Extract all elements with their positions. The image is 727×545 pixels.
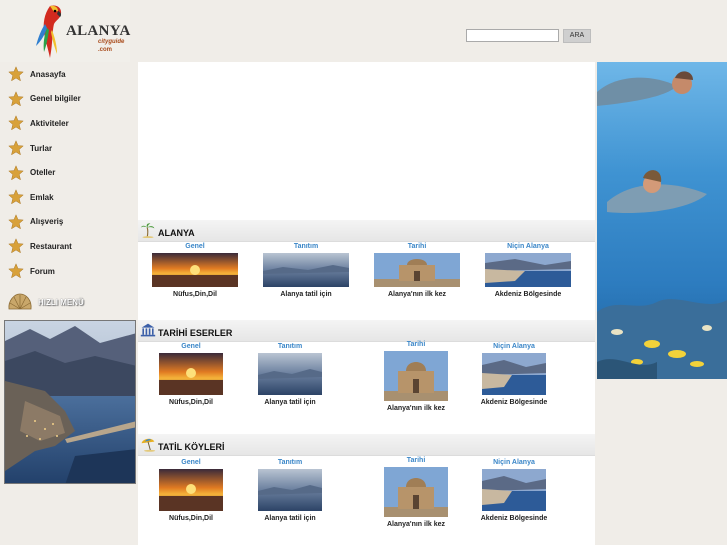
shell-icon	[8, 293, 32, 310]
section-header-tatil-koyleri: TATİL KÖYLERİ	[138, 434, 595, 456]
coast-photo[interactable]	[482, 469, 546, 511]
tile-tarihi: Tarihi Alanya'nın ilk kez	[362, 243, 472, 298]
tile-caption: Nüfus,Din,Dil	[169, 399, 213, 406]
historic-church-photo[interactable]	[384, 351, 448, 401]
alanya-bay-photo	[4, 320, 136, 484]
palm-tree-icon	[140, 223, 155, 238]
tile-link-nicin-alanya[interactable]: Niçin Alanya	[459, 343, 569, 353]
tile-nicin-alanya: Niçin Alanya Akdeniz Bölgesinde	[459, 459, 569, 522]
search-button[interactable]: ARA	[563, 29, 591, 43]
main-content: ALANYA Genel Nüfus,Din,Dil Tanıtım Alany…	[138, 62, 595, 545]
tile-genel: Genel Nüfus,Din,Dil	[136, 343, 246, 406]
nav-item-restaurant[interactable]: Restaurant	[0, 234, 137, 259]
tile-link-genel[interactable]: Genel	[136, 343, 246, 353]
tile-genel: Genel Nüfus,Din,Dil	[140, 243, 250, 298]
sidebar-nav: Anasayfa Genel bilgiler Aktiviteler Turl…	[0, 62, 137, 283]
sea-photo[interactable]	[258, 469, 322, 511]
nav-item-label: Genel bilgiler	[30, 94, 81, 104]
tile-link-nicin-alanya[interactable]: Niçin Alanya	[459, 459, 569, 469]
nav-item-forum[interactable]: Forum	[0, 259, 137, 284]
nav-item-label: Oteller	[30, 168, 56, 178]
tile-caption: Alanya'nın ilk kez	[387, 291, 447, 298]
nav-item-oteller[interactable]: Oteller	[0, 160, 137, 185]
tile-caption: Akdeniz Bölgesinde	[480, 399, 548, 406]
tile-tanitim: Tanıtım Alanya tatil için	[235, 459, 345, 522]
tile-tanitim: Tanıtım Alanya tatil için	[235, 343, 345, 406]
tile-genel: Genel Nüfus,Din,Dil	[136, 459, 246, 522]
quick-menu-header: HIZLI MENÜ	[6, 289, 132, 315]
quick-menu-label: HIZLI MENÜ	[38, 297, 84, 307]
search-input[interactable]	[466, 29, 559, 42]
tile-tanitim: Tanıtım Alanya tatil için	[251, 243, 361, 298]
sea-photo[interactable]	[263, 253, 349, 287]
site-logo[interactable]: ALANYA cityguide .com	[0, 0, 130, 62]
nav-item-label: Turlar	[30, 143, 53, 153]
nav-item-anasayfa[interactable]: Anasayfa	[0, 62, 137, 87]
tile-tarihi: Tarihi Alanya'nın ilk kez	[361, 341, 471, 412]
historic-church-photo[interactable]	[374, 253, 460, 287]
nav-item-label: Aktiviteler	[30, 118, 69, 128]
sunset-photo[interactable]	[152, 253, 238, 287]
nav-item-turlar[interactable]: Turlar	[0, 136, 137, 161]
star-icon	[8, 263, 24, 279]
star-icon	[8, 238, 24, 254]
nav-item-emlak[interactable]: Emlak	[0, 185, 137, 210]
star-icon	[8, 140, 24, 156]
tile-caption: Alanya tatil için	[264, 515, 316, 522]
tile-caption: Nüfus,Din,Dil	[173, 291, 217, 298]
museum-icon	[140, 323, 156, 337]
tile-link-tarihi[interactable]: Tarihi	[362, 243, 472, 253]
tile-caption: Akdeniz Bölgesinde	[480, 515, 548, 522]
sunset-photo[interactable]	[159, 353, 223, 395]
logo-sub-text: cityguide	[98, 39, 125, 45]
tile-caption: Alanya tatil için	[280, 291, 332, 298]
tile-link-genel[interactable]: Genel	[136, 459, 246, 469]
star-icon	[8, 164, 24, 180]
logo-domain-text: .com	[98, 47, 113, 53]
tile-nicin-alanya: Niçin Alanya Akdeniz Bölgesinde	[473, 243, 583, 298]
section-header-alanya: ALANYA	[138, 220, 595, 242]
tile-link-tanitim[interactable]: Tanıtım	[235, 343, 345, 353]
coast-photo[interactable]	[485, 253, 571, 287]
coast-photo[interactable]	[482, 353, 546, 395]
section-title: ALANYA	[158, 228, 195, 238]
star-icon	[8, 66, 24, 82]
tile-link-tanitim[interactable]: Tanıtım	[235, 459, 345, 469]
nav-item-label: Alışveriş	[30, 217, 64, 227]
tile-nicin-alanya: Niçin Alanya Akdeniz Bölgesinde	[459, 343, 569, 406]
nav-item-genel-bilgiler[interactable]: Genel bilgiler	[0, 87, 137, 112]
tile-caption: Akdeniz Bölgesinde	[494, 291, 562, 298]
tile-caption: Nüfus,Din,Dil	[169, 515, 213, 522]
banner-area	[138, 62, 595, 220]
tile-link-tarihi[interactable]: Tarihi	[361, 341, 471, 351]
tile-tarihi: Tarihi Alanya'nın ilk kez	[361, 457, 471, 528]
parrot-icon	[36, 5, 62, 59]
sea-photo[interactable]	[258, 353, 322, 395]
dolphin-banner-photo[interactable]	[597, 62, 727, 379]
nav-item-label: Emlak	[30, 192, 54, 202]
tile-link-tanitim[interactable]: Tanıtım	[251, 243, 361, 253]
section-title: TATİL KÖYLERİ	[158, 442, 225, 452]
star-icon	[8, 189, 24, 205]
nav-item-alisveris[interactable]: Alışveriş	[0, 210, 137, 235]
nav-item-label: Restaurant	[30, 241, 72, 251]
star-icon	[8, 91, 24, 107]
tile-link-tarihi[interactable]: Tarihi	[361, 457, 471, 467]
sunset-photo[interactable]	[159, 469, 223, 511]
tile-caption: Alanya tatil için	[264, 399, 316, 406]
nav-item-label: Anasayfa	[30, 69, 66, 79]
section-header-tarihi-eserler: TARİHİ ESERLER	[138, 320, 595, 342]
nav-item-label: Forum	[30, 266, 55, 276]
section-title: TARİHİ ESERLER	[158, 328, 233, 338]
star-icon	[8, 214, 24, 230]
logo-brand-text: ALANYA	[66, 23, 131, 39]
tile-link-genel[interactable]: Genel	[140, 243, 250, 253]
tile-link-nicin-alanya[interactable]: Niçin Alanya	[473, 243, 583, 253]
historic-church-photo[interactable]	[384, 467, 448, 517]
beach-umbrella-icon	[141, 438, 156, 452]
nav-item-aktiviteler[interactable]: Aktiviteler	[0, 111, 137, 136]
star-icon	[8, 115, 24, 131]
tile-caption: Alanya'nın ilk kez	[386, 405, 446, 412]
tile-caption: Alanya'nın ilk kez	[386, 521, 446, 528]
